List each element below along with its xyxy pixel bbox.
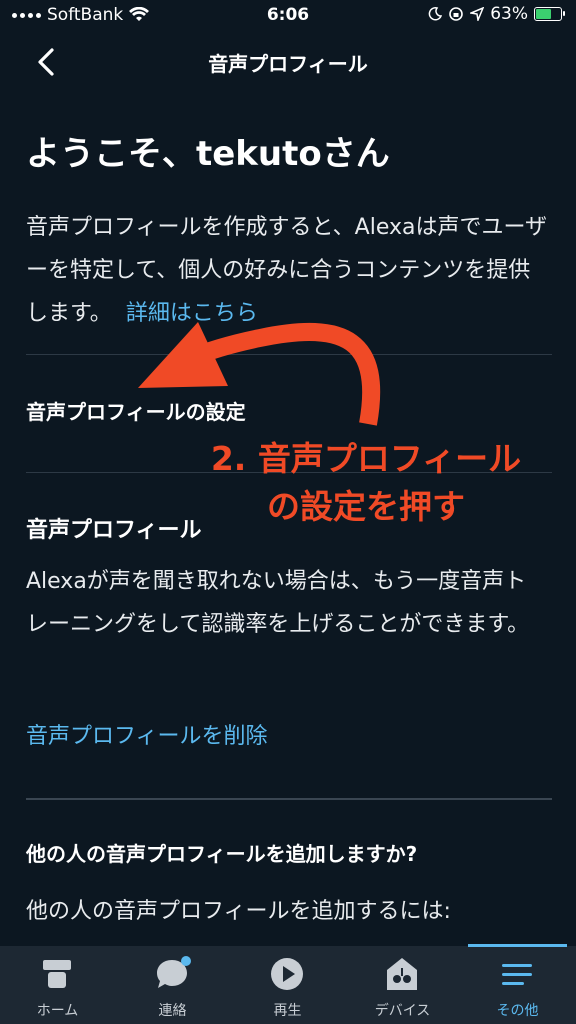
menu-icon	[502, 964, 532, 985]
tab-more[interactable]: その他	[460, 944, 575, 1024]
tab-home[interactable]: ホーム	[0, 946, 115, 1024]
play-icon	[271, 958, 303, 990]
tab-bar: ホーム 連絡 再生 デバイス その他	[0, 944, 576, 1024]
chat-icon	[157, 956, 191, 988]
active-tab-indicator	[468, 944, 567, 947]
tab-play[interactable]: 再生	[230, 946, 345, 1024]
annotation-line-2: の設定を押す	[267, 487, 465, 526]
tab-contacts[interactable]: 連絡	[115, 946, 230, 1024]
tab-label: ホーム	[36, 1003, 79, 1019]
annotation-line-1: 2. 音声プロフィール	[210, 439, 522, 478]
tab-label: 連絡	[158, 1003, 187, 1019]
tab-label: その他	[496, 1003, 539, 1019]
tab-label: デバイス	[374, 1003, 431, 1019]
tab-label: 再生	[273, 1003, 302, 1019]
tab-devices[interactable]: デバイス	[345, 946, 460, 1024]
annotation-instruction: 2. 音声プロフィール の設定を押す	[186, 435, 546, 531]
devices-icon	[387, 958, 417, 990]
home-icon	[43, 960, 71, 988]
